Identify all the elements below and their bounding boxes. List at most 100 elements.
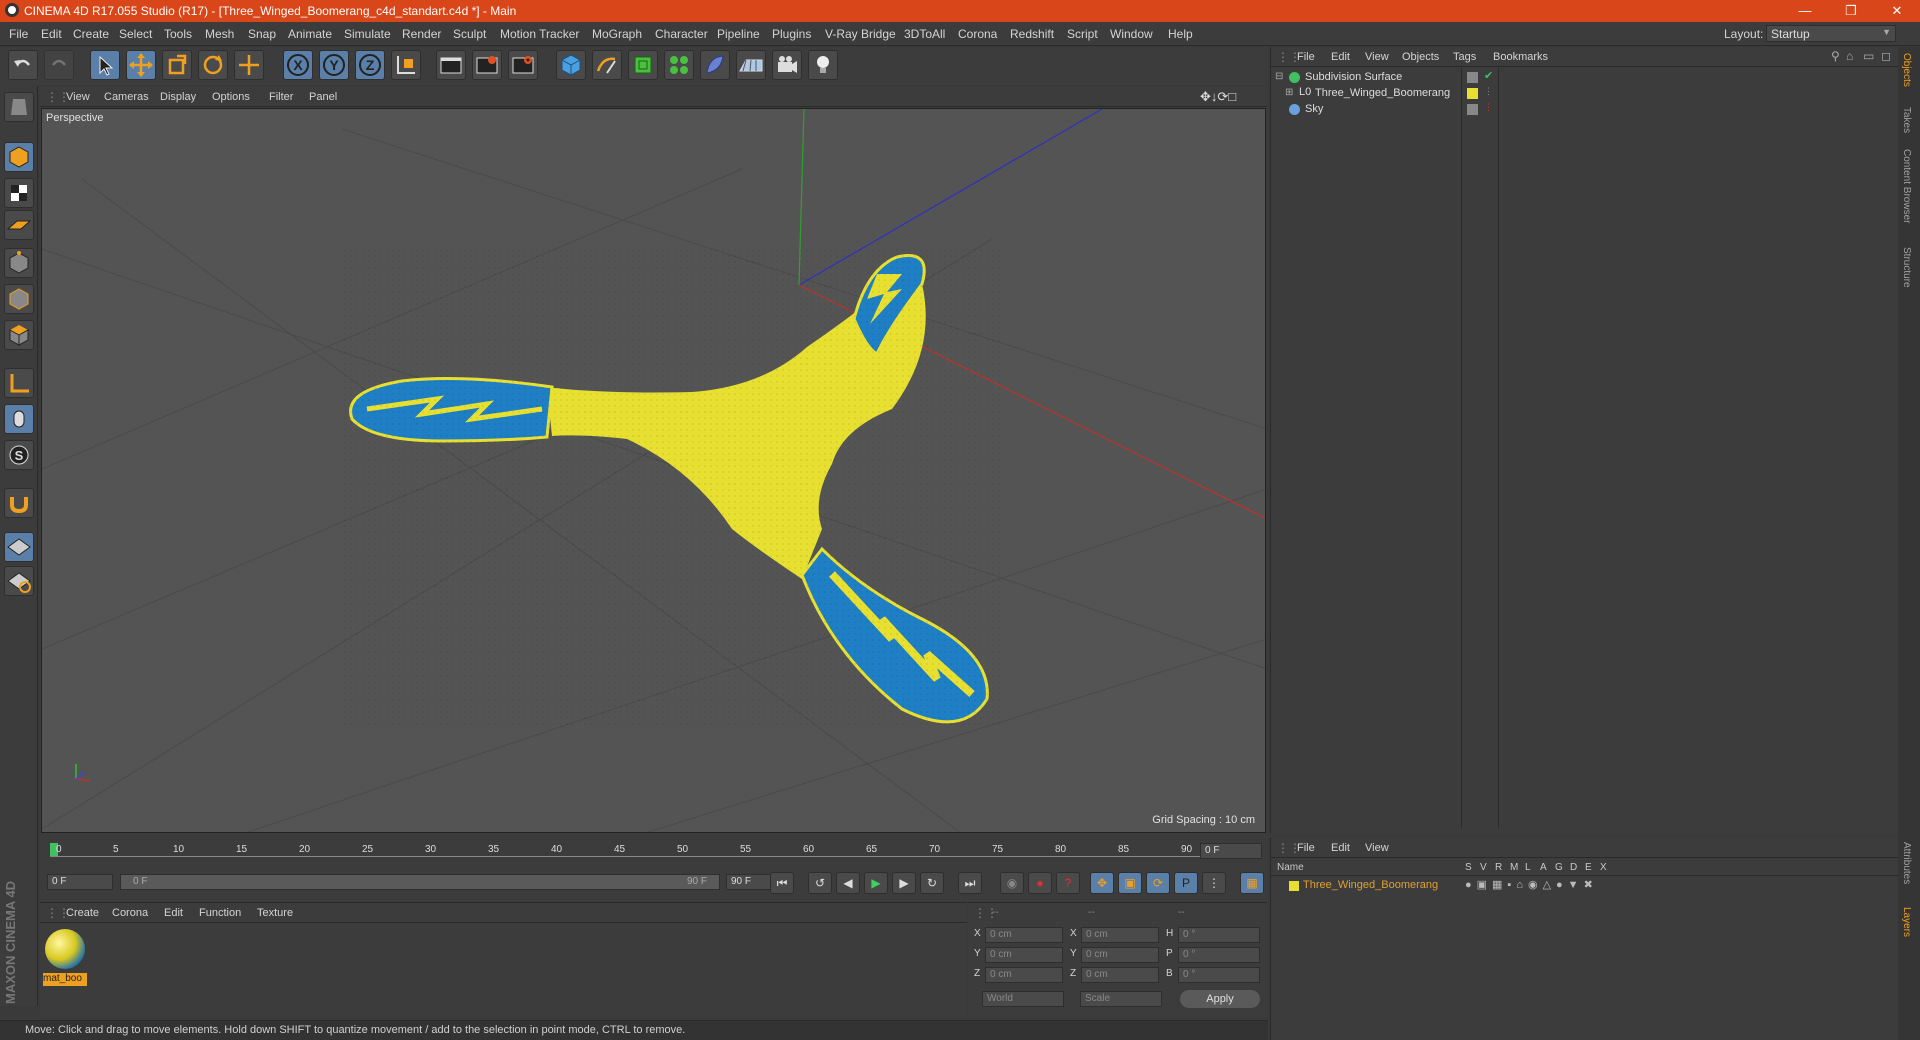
- move-tool-button[interactable]: [126, 50, 156, 80]
- scale-tool-button[interactable]: [162, 50, 192, 80]
- undo-button[interactable]: [8, 50, 38, 80]
- apply-button[interactable]: Apply: [1180, 990, 1260, 1008]
- go-to-end-button[interactable]: ⏭: [958, 872, 982, 894]
- mat-menu-create[interactable]: Create: [66, 907, 99, 919]
- camera-button[interactable]: [772, 50, 802, 80]
- menu-motion-tracker[interactable]: Motion Tracker: [500, 27, 579, 41]
- menu-corona[interactable]: Corona: [958, 27, 997, 41]
- visibility-dots-icon[interactable]: ⋮: [1484, 86, 1493, 97]
- menu-mesh[interactable]: Mesh: [205, 27, 234, 41]
- cloner-button[interactable]: [664, 50, 694, 80]
- object-row-sky[interactable]: Sky ⋮: [1271, 102, 1899, 118]
- menu-mograph[interactable]: MoGraph: [592, 27, 642, 41]
- restore-button[interactable]: ❐: [1828, 0, 1874, 22]
- obj-menu-view[interactable]: View: [1365, 51, 1389, 63]
- go-to-start-button[interactable]: ⏮: [770, 872, 794, 894]
- layer-toggle-icons[interactable]: ●▣▦▪⌂◉△●▼✖: [1465, 878, 1598, 891]
- menu-animate[interactable]: Animate: [288, 27, 332, 41]
- viewport-navigation-icons[interactable]: ✥↓⟳□: [1200, 89, 1236, 105]
- minimize-button[interactable]: —: [1782, 0, 1828, 22]
- start-frame-field[interactable]: 0 F: [47, 874, 113, 890]
- size-z-field[interactable]: 0 cm: [1081, 967, 1159, 983]
- timeline-window-button[interactable]: ▦: [1240, 872, 1264, 894]
- vp-menu-display[interactable]: Display: [160, 91, 196, 103]
- material-swatch[interactable]: mat_boo: [43, 927, 87, 987]
- snap-button[interactable]: [4, 488, 34, 518]
- tab-layers[interactable]: Layers: [1901, 907, 1912, 937]
- menu-help[interactable]: Help: [1168, 27, 1193, 41]
- menu-create[interactable]: Create: [73, 27, 109, 41]
- mat-menu-texture[interactable]: Texture: [257, 907, 293, 919]
- size-x-field[interactable]: 0 cm: [1081, 927, 1159, 943]
- mat-menu-function[interactable]: Function: [199, 907, 241, 919]
- expand-icon[interactable]: ◻: [1881, 49, 1891, 63]
- model-mode-button[interactable]: [4, 142, 34, 172]
- workplane-snap-button[interactable]: [4, 566, 34, 596]
- rotate-tool-button[interactable]: [198, 50, 228, 80]
- layer-menu-file[interactable]: File: [1297, 842, 1315, 854]
- play-button[interactable]: ▶: [864, 872, 888, 894]
- enabled-check-icon[interactable]: ✔: [1484, 69, 1493, 82]
- menu-tools[interactable]: Tools: [164, 27, 192, 41]
- rotation-b-field[interactable]: 0 °: [1178, 967, 1260, 983]
- obj-menu-bookmarks[interactable]: Bookmarks: [1493, 51, 1548, 63]
- z-axis-button[interactable]: Z: [355, 50, 385, 80]
- mat-menu-edit[interactable]: Edit: [164, 907, 183, 919]
- next-frame-button[interactable]: ▶: [892, 872, 916, 894]
- coordinate-system-button[interactable]: [391, 50, 421, 80]
- menu-redshift[interactable]: Redshift: [1010, 27, 1054, 41]
- rotation-p-field[interactable]: 0 °: [1178, 947, 1260, 963]
- vp-menu-options[interactable]: Options: [212, 91, 250, 103]
- render-view-button[interactable]: [436, 50, 466, 80]
- layer-color-swatch[interactable]: [1289, 881, 1299, 891]
- mat-menu-corona[interactable]: Corona: [112, 907, 148, 919]
- rotation-h-field[interactable]: 0 °: [1178, 927, 1260, 943]
- deformer-button[interactable]: [700, 50, 730, 80]
- search-icon[interactable]: ⚲: [1831, 49, 1840, 63]
- layer-menu-edit[interactable]: Edit: [1331, 842, 1350, 854]
- previous-key-button[interactable]: ↺: [808, 872, 832, 894]
- menu-sculpt[interactable]: Sculpt: [453, 27, 486, 41]
- menu-edit[interactable]: Edit: [41, 27, 62, 41]
- light-button[interactable]: [808, 50, 838, 80]
- workplane-mode-button[interactable]: [4, 210, 34, 240]
- expand-icon[interactable]: ⊞: [1285, 87, 1293, 98]
- tab-structure[interactable]: Structure: [1901, 247, 1912, 288]
- points-mode-button[interactable]: [4, 248, 34, 278]
- material-tag-icon[interactable]: [1467, 88, 1478, 99]
- visibility-dots-icon[interactable]: ⋮: [1484, 102, 1493, 113]
- layer-tag-icon[interactable]: [1467, 72, 1478, 83]
- layer-menu-view[interactable]: View: [1365, 842, 1389, 854]
- select-tool-button[interactable]: [90, 50, 120, 80]
- cube-object-button[interactable]: [556, 50, 586, 80]
- menu-script[interactable]: Script: [1067, 27, 1098, 41]
- live-selection-button[interactable]: [234, 50, 264, 80]
- previous-frame-button[interactable]: ◀: [836, 872, 860, 894]
- object-row-subdivision-surface[interactable]: ⊟ Subdivision Surface ✔: [1271, 70, 1899, 86]
- menu-window[interactable]: Window: [1110, 27, 1153, 41]
- redo-button[interactable]: [44, 50, 74, 80]
- axis-mode-button[interactable]: [4, 368, 34, 398]
- menu-snap[interactable]: Snap: [248, 27, 276, 41]
- key-parameter-button[interactable]: P: [1174, 872, 1198, 894]
- menu-file[interactable]: File: [9, 27, 28, 41]
- key-position-button[interactable]: ✥: [1090, 872, 1114, 894]
- edges-mode-button[interactable]: [4, 284, 34, 314]
- floor-button[interactable]: [736, 50, 766, 80]
- y-axis-button[interactable]: Y: [319, 50, 349, 80]
- vp-menu-panel[interactable]: Panel: [309, 91, 337, 103]
- menu-3dtoall[interactable]: 3DToAll: [904, 27, 945, 41]
- vp-menu-filter[interactable]: Filter: [269, 91, 293, 103]
- obj-menu-edit[interactable]: Edit: [1331, 51, 1350, 63]
- record-keys-disabled-icon[interactable]: ◉: [1000, 872, 1024, 894]
- obj-menu-file[interactable]: File: [1297, 51, 1315, 63]
- menu-render[interactable]: Render: [402, 27, 441, 41]
- vp-menu-view[interactable]: View: [66, 91, 90, 103]
- layout-select[interactable]: Startup ▼: [1766, 25, 1896, 42]
- obj-menu-objects[interactable]: Objects: [1402, 51, 1439, 63]
- close-button[interactable]: ✕: [1874, 0, 1920, 22]
- menu-character[interactable]: Character: [655, 27, 708, 41]
- make-editable-button[interactable]: [4, 92, 34, 122]
- key-scale-button[interactable]: ▣: [1118, 872, 1142, 894]
- polygons-mode-button[interactable]: [4, 320, 34, 350]
